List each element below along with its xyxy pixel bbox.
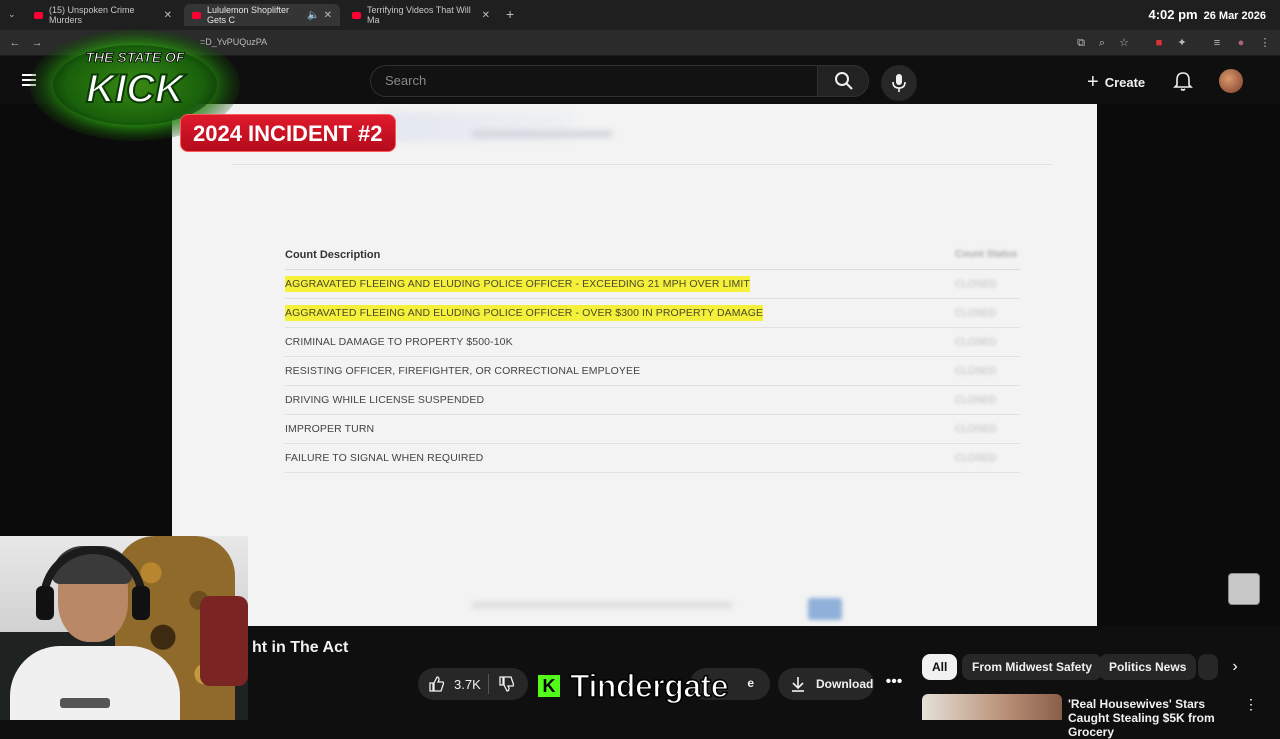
chip-partial[interactable] bbox=[1198, 654, 1218, 680]
search-input[interactable]: Search bbox=[370, 65, 818, 97]
status-cell: CLOSED bbox=[955, 366, 997, 377]
share-label: e bbox=[747, 676, 754, 690]
browser-menu-icon[interactable]: ⋮ bbox=[1258, 36, 1272, 50]
plus-icon: + bbox=[1087, 70, 1099, 93]
divider bbox=[232, 164, 1052, 165]
thumbs-down-icon[interactable] bbox=[498, 675, 516, 693]
charge-text: DRIVING WHILE LICENSE SUSPENDED bbox=[285, 394, 485, 406]
download-icon bbox=[792, 677, 804, 692]
close-icon[interactable]: ✕ bbox=[482, 10, 490, 21]
microphone-icon bbox=[892, 74, 906, 92]
chair-red-trim bbox=[200, 596, 248, 686]
charge-text: FAILURE TO SIGNAL WHEN REQUIRED bbox=[285, 452, 484, 464]
tab-lululemon[interactable]: Lululemon Shoplifter Gets C 🔈 ✕ bbox=[184, 4, 340, 26]
create-button[interactable]: + Create bbox=[1087, 69, 1145, 95]
channel-badge-icon bbox=[1228, 573, 1260, 605]
youtube-favicon-icon bbox=[352, 11, 361, 19]
blurred-footer bbox=[472, 602, 732, 608]
shirt-logo bbox=[60, 698, 110, 708]
like-count: 3.7K bbox=[454, 676, 481, 692]
streamer-webcam bbox=[0, 536, 248, 720]
status-cell: CLOSED bbox=[955, 453, 997, 464]
notifications-bell-icon[interactable] bbox=[1172, 70, 1194, 92]
chip-from-midwest-safety[interactable]: From Midwest Safety bbox=[962, 654, 1103, 680]
tab-unspoken-crime[interactable]: (15) Unspoken Crime Murders ✕ bbox=[26, 4, 180, 26]
download-label: Download bbox=[816, 677, 874, 691]
table-row: FAILURE TO SIGNAL WHEN REQUIRED bbox=[285, 444, 1020, 473]
table-row: AGGRAVATED FLEEING AND ELUDING POLICE OF… bbox=[285, 299, 1020, 328]
logo-line-2: KICK bbox=[86, 67, 187, 111]
recommendation-more-icon[interactable]: ⋮ bbox=[1244, 696, 1258, 713]
table-header: Count Description bbox=[285, 240, 1020, 270]
thumbs-up-icon bbox=[429, 676, 445, 692]
voice-search-button[interactable] bbox=[881, 65, 917, 101]
recommendation-title[interactable]: 'Real Housewives' Stars Caught Stealing … bbox=[1068, 697, 1248, 739]
clock-time: 4:02 pm bbox=[1148, 7, 1198, 22]
kick-streamer-name: K Tindergate bbox=[538, 667, 729, 705]
video-title: ht in The Act bbox=[252, 639, 349, 656]
status-cell: CLOSED bbox=[955, 395, 997, 406]
status-cell: CLOSED bbox=[955, 424, 997, 435]
like-divider bbox=[488, 674, 489, 694]
table-row: DRIVING WHILE LICENSE SUSPENDED bbox=[285, 386, 1020, 415]
table-row: RESISTING OFFICER, FIREFIGHTER, OR CORRE… bbox=[285, 357, 1020, 386]
headphone-earcup-right bbox=[132, 586, 150, 620]
status-cell: CLOSED bbox=[955, 337, 997, 348]
youtube-favicon-icon bbox=[192, 11, 201, 19]
speaker-icon[interactable]: 🔈 bbox=[307, 10, 319, 21]
charges-table: Count Description AGGRAVATED FLEEING AND… bbox=[285, 240, 1020, 473]
close-icon[interactable]: ✕ bbox=[164, 10, 172, 21]
back-icon[interactable]: ← bbox=[8, 36, 22, 50]
search-button[interactable] bbox=[817, 65, 869, 97]
headphone-earcup-left bbox=[36, 586, 54, 620]
zoom-icon[interactable]: ⌕ bbox=[1095, 36, 1109, 50]
incident-label: 2024 INCIDENT #2 bbox=[180, 114, 396, 152]
profile-icon[interactable]: ● bbox=[1234, 36, 1248, 50]
streamer-shirt bbox=[10, 646, 180, 720]
clock-date: 26 Mar 2026 bbox=[1203, 10, 1266, 22]
highlighted-charge: AGGRAVATED FLEEING AND ELUDING POLICE OF… bbox=[285, 276, 750, 292]
charge-text: RESISTING OFFICER, FIREFIGHTER, OR CORRE… bbox=[285, 365, 641, 377]
table-row: AGGRAVATED FLEEING AND ELUDING POLICE OF… bbox=[285, 270, 1020, 299]
tab-search-icon[interactable]: ⌄ bbox=[8, 9, 16, 20]
extension-icon[interactable]: ■ bbox=[1152, 36, 1166, 50]
blurred-button bbox=[808, 598, 842, 620]
avatar[interactable] bbox=[1219, 69, 1243, 93]
new-tab-button[interactable]: + bbox=[506, 6, 514, 22]
puzzle-icon[interactable]: ✦ bbox=[1175, 36, 1189, 50]
chevron-right-icon[interactable]: › bbox=[1222, 654, 1248, 680]
recommendation-thumbnail[interactable] bbox=[922, 694, 1062, 720]
system-clock: 4:02 pm 26 Mar 2026 bbox=[1148, 7, 1266, 22]
court-record-document: Count Description AGGRAVATED FLEEING AND… bbox=[172, 104, 1097, 626]
status-column: Count Status CLOSED CLOSED CLOSED CLOSED… bbox=[955, 240, 1035, 473]
charge-text: IMPROPER TURN bbox=[285, 423, 375, 435]
search-icon bbox=[835, 72, 853, 90]
tab-title: Lululemon Shoplifter Gets C bbox=[207, 5, 290, 25]
tab-title: Terrifying Videos That Will Ma bbox=[367, 5, 471, 25]
tab-title: (15) Unspoken Crime Murders bbox=[49, 5, 135, 25]
install-icon[interactable]: ⧉ bbox=[1074, 36, 1088, 50]
sidebar-icon[interactable]: ≡ bbox=[1210, 36, 1224, 50]
youtube-favicon-icon bbox=[34, 11, 43, 19]
table-row: CRIMINAL DAMAGE TO PROPERTY $500-10K bbox=[285, 328, 1020, 357]
status-cell: CLOSED bbox=[955, 279, 997, 290]
close-icon[interactable]: ✕ bbox=[324, 10, 332, 21]
more-actions-button[interactable]: ••• bbox=[880, 668, 908, 700]
table-row: IMPROPER TURN bbox=[285, 415, 1020, 444]
blurred-subheader bbox=[472, 130, 612, 138]
bookmark-star-icon[interactable]: ☆ bbox=[1117, 36, 1131, 50]
logo-line-1: THE STATE OF bbox=[85, 49, 184, 65]
kick-logo-icon: K bbox=[538, 675, 560, 697]
charge-text: CRIMINAL DAMAGE TO PROPERTY $500-10K bbox=[285, 336, 513, 348]
highlighted-charge: AGGRAVATED FLEEING AND ELUDING POLICE OF… bbox=[285, 305, 764, 321]
streamer-name: Tindergate bbox=[569, 667, 729, 705]
status-cell: CLOSED bbox=[955, 308, 997, 319]
tab-terrifying-videos[interactable]: Terrifying Videos That Will Ma ✕ bbox=[344, 4, 498, 26]
create-label: Create bbox=[1104, 74, 1146, 90]
chip-politics-news[interactable]: Politics News bbox=[1099, 654, 1197, 680]
download-button[interactable]: Download bbox=[778, 668, 874, 700]
chip-all[interactable]: All bbox=[922, 654, 958, 680]
status-header: Count Status bbox=[955, 249, 1018, 260]
